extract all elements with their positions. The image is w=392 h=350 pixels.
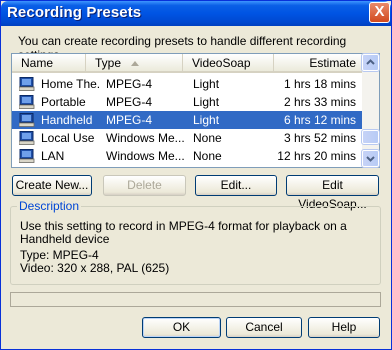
computer-monitor-icon bbox=[19, 149, 35, 163]
column-header-name-label: Name bbox=[21, 56, 54, 70]
cell-name: Local Use bbox=[41, 131, 95, 145]
cell-videosoap: None bbox=[193, 149, 222, 163]
cell-estimate: 6 hrs 12 mins bbox=[283, 113, 356, 127]
title-bar[interactable]: Recording Presets X bbox=[1, 1, 391, 26]
create-new-button[interactable]: Create New... bbox=[12, 175, 92, 196]
cell-videosoap: None bbox=[193, 131, 222, 145]
description-group: Description Use this setting to record i… bbox=[10, 199, 381, 285]
delete-button[interactable]: Delete bbox=[103, 175, 186, 196]
close-icon: X bbox=[374, 3, 385, 20]
cell-videosoap: Light bbox=[193, 113, 220, 127]
cancel-button[interactable]: Cancel bbox=[226, 317, 302, 338]
description-video: Video: 320 x 288, PAL (625) bbox=[20, 261, 170, 275]
presets-list[interactable]: Name Type VideoSoap Estimate Home The...… bbox=[11, 53, 380, 168]
list-header: Name Type VideoSoap Estimate bbox=[12, 54, 362, 73]
scroll-down-button[interactable] bbox=[361, 149, 380, 168]
cell-estimate: 3 hrs 52 mins bbox=[283, 131, 356, 145]
list-item[interactable]: Handheld MPEG-4 Light 6 hrs 12 mins bbox=[12, 111, 362, 129]
ok-button[interactable]: OK bbox=[142, 317, 221, 338]
edit-videosoap-button[interactable]: Edit VideoSoap... bbox=[286, 175, 379, 211]
list-item[interactable]: Home The... MPEG-4 Light 1 hrs 18 mins bbox=[12, 75, 362, 93]
cell-estimate: 12 hrs 20 mins bbox=[277, 149, 356, 163]
cell-type: Windows Me... bbox=[106, 149, 184, 163]
column-header-estimate[interactable]: Estimate bbox=[274, 54, 362, 73]
column-header-type[interactable]: Type bbox=[86, 54, 183, 73]
description-legend: Description bbox=[17, 199, 82, 213]
cell-type: MPEG-4 bbox=[106, 77, 153, 91]
description-text: Use this setting to record in MPEG-4 for… bbox=[20, 219, 347, 246]
chevron-up-icon bbox=[366, 59, 375, 65]
list-item[interactable]: Portable MPEG-4 Light 2 hrs 33 mins bbox=[12, 93, 362, 111]
cell-name: Portable bbox=[41, 95, 86, 109]
cell-videosoap: Light bbox=[193, 95, 220, 109]
column-header-name[interactable]: Name bbox=[12, 54, 86, 73]
edit-button[interactable]: Edit... bbox=[195, 175, 277, 196]
computer-monitor-icon bbox=[19, 113, 35, 127]
scroll-up-button[interactable] bbox=[361, 53, 380, 72]
cell-type: MPEG-4 bbox=[106, 95, 153, 109]
list-item[interactable]: Local Use Windows Me... None 3 hrs 52 mins bbox=[12, 129, 362, 147]
chevron-down-icon bbox=[366, 156, 375, 162]
column-header-videosoap[interactable]: VideoSoap bbox=[183, 54, 274, 73]
column-header-estimate-label: Estimate bbox=[309, 56, 356, 70]
cell-name: Home The... bbox=[41, 77, 101, 91]
cell-name: Handheld bbox=[41, 113, 93, 127]
close-button[interactable]: X bbox=[369, 2, 390, 23]
sort-ascending-icon bbox=[131, 61, 140, 66]
recording-presets-dialog: Recording Presets X You can create recor… bbox=[0, 0, 392, 350]
column-header-videosoap-label: VideoSoap bbox=[192, 56, 251, 70]
help-button[interactable]: Help bbox=[308, 317, 380, 338]
cell-estimate: 2 hrs 33 mins bbox=[283, 95, 356, 109]
progress-bar bbox=[10, 292, 381, 307]
window-title: Recording Presets bbox=[7, 4, 142, 21]
cell-type: MPEG-4 bbox=[106, 113, 153, 127]
cell-name: LAN bbox=[41, 149, 65, 163]
cell-estimate: 1 hrs 18 mins bbox=[283, 77, 356, 91]
cell-type: Windows Me... bbox=[106, 131, 184, 145]
computer-monitor-icon bbox=[19, 95, 35, 109]
vertical-scrollbar[interactable] bbox=[361, 53, 380, 168]
column-header-type-label: Type bbox=[95, 56, 122, 70]
list-item[interactable]: LAN Windows Me... None 12 hrs 20 mins bbox=[12, 147, 362, 165]
cell-videosoap: Light bbox=[193, 77, 220, 91]
computer-monitor-icon bbox=[19, 131, 35, 145]
scroll-thumb[interactable] bbox=[361, 129, 380, 145]
computer-monitor-icon bbox=[19, 77, 35, 91]
